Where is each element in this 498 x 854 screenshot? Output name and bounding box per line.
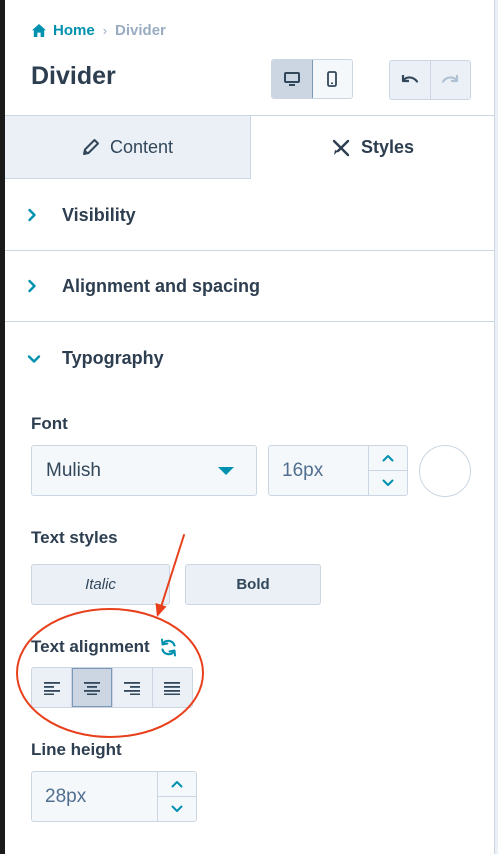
mobile-view-button[interactable] [312,60,352,98]
align-right-icon [124,681,141,695]
annotation-arrowhead [155,603,167,617]
italic-button[interactable]: Italic [31,564,170,605]
chevron-up-icon [382,455,394,462]
font-color-swatch[interactable] [419,445,471,497]
desktop-icon [283,71,300,86]
line-height-steps [157,772,196,821]
home-icon [32,24,46,37]
tab-styles[interactable]: Styles [251,116,494,179]
line-height-stepper: 28px [31,771,197,822]
chevron-down-icon [27,354,41,363]
font-size-decrease[interactable] [369,471,407,495]
line-height-label: Line height [31,740,122,759]
history-controls [389,60,471,100]
redo-button[interactable] [430,61,470,99]
device-toggle [271,59,353,99]
breadcrumb: Home › Divider [32,22,166,39]
chevron-up-icon [171,781,183,788]
chevron-right-icon [28,208,36,222]
text-alignment-group [31,667,193,708]
undo-button[interactable] [390,61,431,99]
line-height-increase[interactable] [158,772,196,797]
align-justify-button[interactable] [152,668,192,707]
page-title: Divider [31,62,116,90]
font-size-steps [368,446,407,495]
line-height-decrease[interactable] [158,797,196,821]
font-label: Font [31,414,68,433]
mobile-icon [327,71,338,87]
align-center-button[interactable] [72,668,113,707]
breadcrumb-home-label: Home [53,22,95,39]
breadcrumb-current: Divider [115,22,166,39]
chevron-right-icon [28,279,36,293]
section-alignment-spacing[interactable]: Alignment and spacing [5,251,494,322]
chevron-down-icon [382,479,394,486]
redo-icon [442,75,459,83]
editor-tabs: Content Styles [5,115,494,179]
text-alignment-label: Text alignment [31,637,150,656]
caret-down-icon [218,467,234,475]
font-size-increase[interactable] [369,446,407,471]
desktop-view-button[interactable] [272,60,313,98]
reset-icon[interactable] [159,638,178,657]
align-left-icon [43,681,60,695]
brush-icon [332,139,350,156]
text-styles-label: Text styles [31,528,118,547]
section-visibility[interactable]: Visibility [5,180,494,251]
font-family-value: Mulish [46,459,101,481]
text-alignment-header: Text alignment [31,637,178,657]
pencil-icon [82,139,99,155]
breadcrumb-home-link[interactable]: Home [32,22,95,39]
tab-styles-label: Styles [360,137,415,157]
font-family-select[interactable]: Mulish [31,445,257,496]
align-left-button[interactable] [32,668,73,707]
align-right-button[interactable] [112,668,153,707]
panel-resize-edge[interactable] [494,0,498,854]
section-typography[interactable]: Typography [5,323,494,394]
align-justify-icon [164,681,181,695]
breadcrumb-separator: › [102,23,108,38]
section-typography-label: Typography [62,348,164,368]
font-size-input[interactable]: 16px [269,446,368,495]
tab-content-label: Content [109,136,174,157]
bold-button[interactable]: Bold [185,564,321,605]
line-height-input[interactable]: 28px [32,772,157,821]
chevron-down-icon [171,805,183,812]
tab-content[interactable]: Content [5,116,251,179]
font-size-stepper: 16px [268,445,408,496]
section-visibility-label: Visibility [62,204,136,225]
section-alignment-spacing-label: Alignment and spacing [62,275,261,296]
undo-icon [401,75,418,83]
align-center-icon [83,681,100,695]
